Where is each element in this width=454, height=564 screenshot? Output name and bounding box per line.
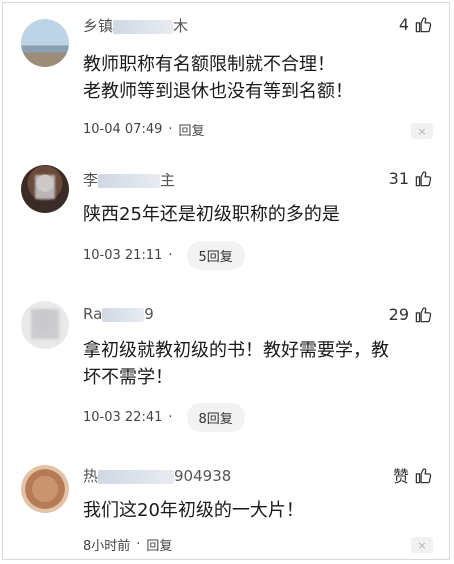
username-tail: 9 [144,305,154,323]
like-button[interactable]: 4 [399,15,433,34]
username-text: 乡镇 [83,17,114,35]
username-mask [113,19,174,34]
comment-item: 乡镇 木 4 教师职称有名额限制就不合理！ 老教师等到退休也没有等到名额！ 10-… [3,3,451,145]
like-count: 4 [398,15,409,34]
like-button[interactable]: 31 [389,169,433,188]
like-count: 29 [388,305,409,324]
username-tail: 木 [173,17,189,35]
username-tail: 904938 [174,467,232,485]
close-icon[interactable]: × [411,123,433,139]
username[interactable]: 李主 [83,169,175,190]
comment-line: 陕西25年还是初级职称的多的是 [83,204,340,225]
thumbs-up-icon [415,467,432,483]
comment-meta: 10-03 21:11 · 5回复 [83,241,245,270]
username-text: 李 [83,171,99,189]
timestamp: 10-04 07:49 [83,122,163,137]
timestamp: 8小时前 [83,539,131,554]
comment-text: 我们这20年初级的一大片！ [83,497,428,524]
comment-meta: 10-03 22:41 · 8回复 [83,403,245,432]
comment-text: 教师职称有名额限制就不合理！ 老教师等到退休也没有等到名额！ [83,51,428,105]
comment-line: 老教师等到退休也没有等到名额！ [83,81,353,102]
like-label: 赞 [392,467,409,486]
timestamp: 10-03 22:41 [83,410,163,425]
separator: · [136,537,141,552]
close-icon[interactable]: × [411,537,433,553]
username[interactable]: 热 904938 [83,465,231,486]
thumbs-up-icon [415,171,432,187]
separator: · [168,248,173,263]
username-text: 热 [83,467,99,485]
avatar[interactable] [21,19,69,67]
username[interactable]: 乡镇 木 [83,15,188,36]
comment-line: 坏不需学！ [83,367,173,388]
separator: · [168,122,173,137]
avatar[interactable] [21,165,69,213]
comment-line: 我们这20年初级的一大片！ [83,500,304,521]
reply-button[interactable]: 回复 [179,120,205,139]
comment-item: Ra 9 29 拿初级就教初级的书！教好需要学，教 坏不需学！ 10-03 22:… [3,287,451,445]
replies-button[interactable]: 5回复 [186,241,245,270]
thumbs-up-icon [415,17,432,33]
username-tail: 主 [160,171,176,189]
comment-meta: 10-04 07:49 · 回复 [83,120,205,139]
username[interactable]: Ra 9 [83,305,154,323]
timestamp: 10-03 21:11 [83,248,163,263]
avatar[interactable] [21,465,69,513]
comment-line: 教师职称有名额限制就不合理！ [83,54,335,75]
comment-text: 拿初级就教初级的书！教好需要学，教 坏不需学！ [83,337,428,391]
comment-meta: 8小时前 · 回复 [83,535,172,554]
separator: · [168,410,173,425]
comment-item: 热 904938 赞 我们这20年初级的一大片！ 8小时前 · 回复 × [3,445,451,561]
thumbs-up-icon [415,307,432,323]
comment-line: 拿初级就教初级的书！教好需要学，教 [83,340,389,361]
like-button[interactable]: 赞 [393,463,433,487]
username-mask [98,469,175,484]
username-mask [102,307,145,322]
reply-button[interactable]: 回复 [146,535,172,554]
username-text: Ra [83,305,103,323]
close-glyph: × [417,538,427,552]
comment-list: 乡镇 木 4 教师职称有名额限制就不合理！ 老教师等到退休也没有等到名额！ 10-… [2,2,450,560]
username-mask [98,173,161,188]
like-count: 31 [388,169,409,188]
avatar[interactable] [21,301,69,349]
replies-button[interactable]: 8回复 [186,403,245,432]
like-button[interactable]: 29 [389,305,433,324]
comment-item: 李主 31 陕西25年还是初级职称的多的是 10-03 21:11 · 5回复 [3,145,451,287]
close-glyph: × [417,124,427,138]
comment-text: 陕西25年还是初级职称的多的是 [83,201,428,228]
